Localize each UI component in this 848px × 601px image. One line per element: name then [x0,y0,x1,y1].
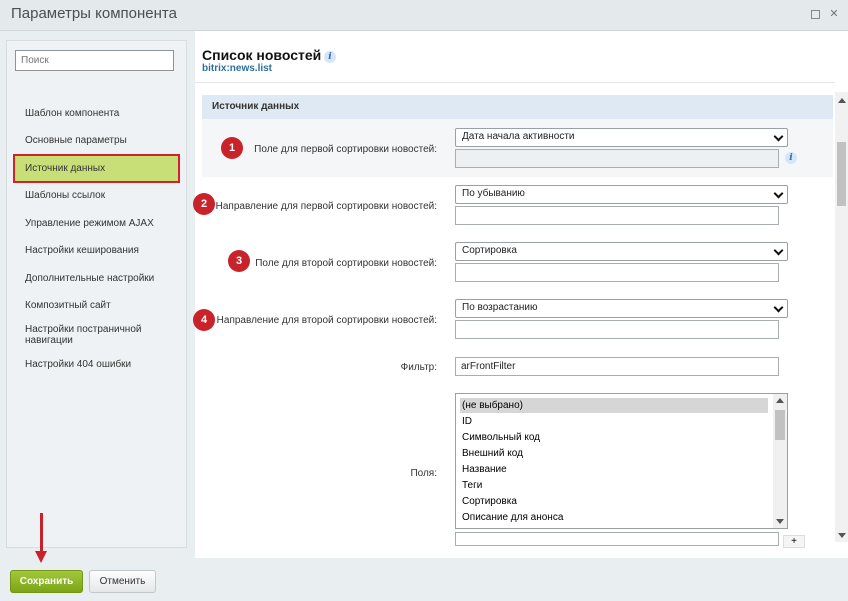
nav-item-template[interactable]: Шаблон компонента [25,108,175,119]
scroll-down-icon[interactable] [838,533,846,538]
step-badge-1: 1 [221,137,243,159]
scroll-up-icon[interactable] [838,98,846,103]
list-option[interactable]: Теги [460,478,768,493]
sort-order-1-select[interactable]: По убыванию [455,185,788,204]
scroll-up-icon[interactable] [776,398,784,403]
fields-custom-input[interactable] [455,532,779,546]
main-scrollbar[interactable] [835,92,848,542]
step-badge-2: 2 [193,193,215,215]
filter-label: Фильтр: [400,362,437,373]
step-badge-3: 3 [228,250,250,272]
nav-item-ajax[interactable]: Управление режимом AJAX [25,218,175,229]
nav-item-main-params[interactable]: Основные параметры [25,135,175,146]
list-option[interactable]: Сортировка [460,494,768,509]
fields-multiselect[interactable]: (не выбрано) ID Символьный код Внешний к… [455,393,788,529]
section-title: Источник данных [212,101,300,112]
nav-item-composite[interactable]: Композитный сайт [25,300,175,311]
select-value: Дата начала активности [462,131,575,142]
sort-field-1-custom-input[interactable] [455,149,779,168]
sort-order-2-label: Направление для второй сортировки новост… [216,315,437,326]
chevron-down-icon [773,188,784,199]
select-value: По возрастанию [462,302,538,313]
sort-field-1-label: Поле для первой сортировки новостей: [254,144,437,155]
sort-field-2-custom-input[interactable] [455,263,779,282]
sort-field-1-select[interactable]: Дата начала активности [455,128,788,147]
nav-item-additional[interactable]: Дополнительные настройки [25,273,175,284]
divider [195,82,835,83]
list-option[interactable]: Символьный код [460,430,768,445]
listbox-scrollbar[interactable] [773,394,787,528]
sort-field-2-label: Поле для второй сортировки новостей: [255,258,437,269]
sort-order-1-custom-input[interactable] [455,206,779,225]
component-code: bitrix:news.list [202,63,273,74]
nav-item-label: Источник данных [25,163,106,174]
nav-item-404[interactable]: Настройки 404 ошибки [25,359,175,370]
minimize-icon[interactable] [810,9,820,19]
chevron-down-icon [773,131,784,142]
sort-order-2-select[interactable]: По возрастанию [455,299,788,318]
select-value: Сортировка [462,245,517,256]
info-icon[interactable]: i [785,152,797,164]
step-badge-4: 4 [193,309,215,331]
sort-field-2-select[interactable]: Сортировка [455,242,788,261]
list-option[interactable]: ID [460,414,768,429]
chevron-down-icon [773,302,784,313]
add-field-button[interactable]: + [783,535,805,548]
component-title: Список новостей [202,47,322,63]
chevron-down-icon [773,245,784,256]
scroll-thumb[interactable] [775,410,785,440]
filter-input[interactable]: arFrontFilter [455,357,779,376]
close-icon[interactable]: ✕ [829,9,839,20]
save-button[interactable]: Сохранить [10,570,83,593]
sort-order-2-custom-input[interactable] [455,320,779,339]
cancel-button[interactable]: Отменить [89,570,156,593]
arrow-down-icon [35,551,47,563]
info-icon[interactable]: i [324,51,336,63]
sort-order-1-label: Направление для первой сортировки новост… [215,201,437,212]
section-header: Источник данных [202,95,833,119]
nav-item-data-source[interactable]: Источник данных [13,154,180,183]
list-option[interactable]: Внешний код [460,446,768,461]
nav-item-url-templates[interactable]: Шаблоны ссылок [25,190,175,201]
list-option[interactable]: (не выбрано) [460,398,768,413]
scroll-thumb[interactable] [837,142,846,206]
left-navigation-panel: Шаблон компонента Основные параметры Ист… [6,40,187,548]
select-value: По убыванию [462,188,525,199]
title-bar: Параметры компонента ✕ [0,0,848,31]
scroll-down-icon[interactable] [776,519,784,524]
nav-item-cache[interactable]: Настройки кеширования [25,245,175,256]
list-option[interactable]: Название [460,462,768,477]
window-title: Параметры компонента [11,5,177,22]
nav-item-pagination[interactable]: Настройки постраничной навигации [25,324,165,346]
search-input[interactable] [15,50,174,71]
fields-label: Поля: [410,468,437,479]
arrow-annotation [40,513,43,553]
list-option[interactable]: Описание для анонса [460,510,768,525]
